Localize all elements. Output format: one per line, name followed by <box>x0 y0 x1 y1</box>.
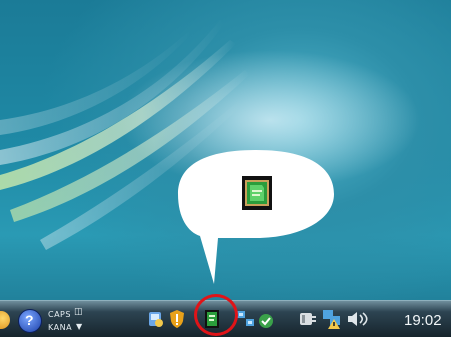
kana-label[interactable]: KANA <box>48 323 72 332</box>
shield-warning-icon[interactable] <box>168 309 186 329</box>
system-clock[interactable]: 19:02 <box>404 312 442 329</box>
volume-icon[interactable] <box>346 310 372 328</box>
desktop <box>0 0 451 336</box>
network-manager-icon <box>242 176 272 210</box>
caps-label: CAPS <box>48 310 71 319</box>
wallpaper <box>0 20 420 250</box>
help-icon[interactable]: ? <box>18 309 42 333</box>
kana-dropdown-icon[interactable]: ▼ <box>76 322 83 331</box>
network-icon[interactable] <box>236 309 256 329</box>
network-warning-icon[interactable] <box>322 309 342 331</box>
caps-icon[interactable]: ◫ <box>74 308 83 317</box>
highlight-circle <box>194 294 238 336</box>
security-check-icon[interactable] <box>258 313 274 329</box>
phone-sync-icon[interactable] <box>146 310 164 328</box>
power-plug-icon[interactable] <box>298 309 318 329</box>
start-orb-icon[interactable] <box>0 311 10 329</box>
